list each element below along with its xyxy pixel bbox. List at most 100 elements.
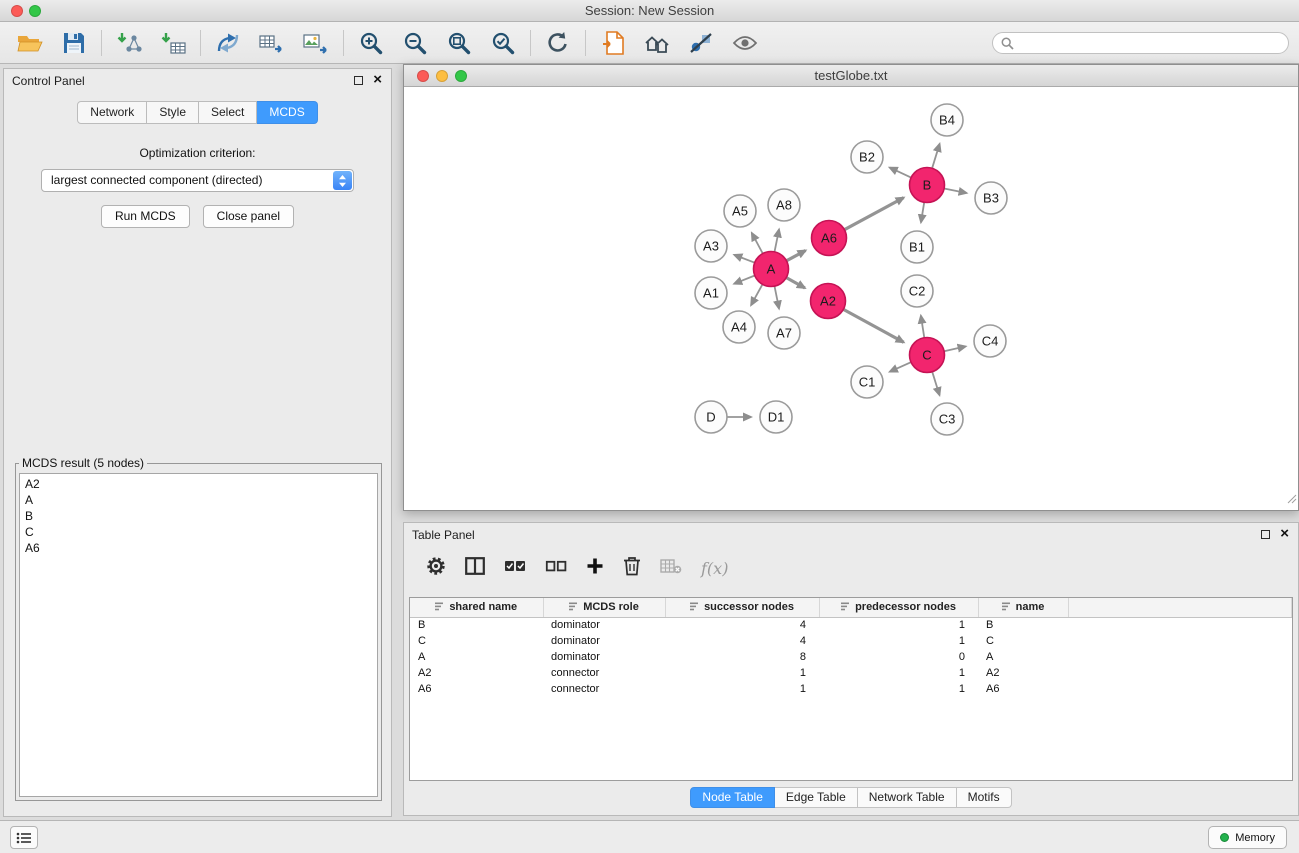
graph-node-C3[interactable]: C3 bbox=[931, 403, 963, 435]
export-table-button[interactable] bbox=[250, 25, 294, 61]
graph-node-A6[interactable]: A6 bbox=[812, 221, 847, 256]
task-history-button[interactable] bbox=[10, 826, 38, 849]
save-session-button[interactable] bbox=[52, 25, 96, 61]
zoom-out-button[interactable] bbox=[393, 25, 437, 61]
graph-edge-A-A5[interactable] bbox=[752, 233, 763, 254]
close-panel-icon[interactable]: × bbox=[373, 75, 382, 85]
graph-node-A[interactable]: A bbox=[754, 252, 789, 287]
network-zoom-button[interactable] bbox=[455, 70, 467, 82]
graph-edge-A-A1[interactable] bbox=[734, 276, 755, 284]
graph-edge-B-B4[interactable] bbox=[932, 144, 940, 168]
zoom-window-button[interactable] bbox=[29, 5, 41, 17]
graph-edge-A2-C[interactable] bbox=[843, 309, 903, 342]
table-row[interactable]: A6connector11A6 bbox=[410, 681, 1292, 697]
graph-node-B1[interactable]: B1 bbox=[901, 231, 933, 263]
unselect-all-columns-button[interactable] bbox=[545, 559, 567, 578]
zoom-fit-button[interactable] bbox=[437, 25, 481, 61]
graphics-details-button[interactable] bbox=[679, 25, 723, 61]
close-panel-button[interactable]: Close panel bbox=[203, 205, 294, 228]
tab-node-table[interactable]: Node Table bbox=[690, 787, 775, 808]
close-window-button[interactable] bbox=[11, 5, 23, 17]
home-button[interactable] bbox=[635, 25, 679, 61]
graph-edge-B-B1[interactable] bbox=[921, 202, 924, 222]
export-image-button[interactable] bbox=[294, 25, 338, 61]
open-session-button[interactable] bbox=[8, 25, 52, 61]
result-item[interactable]: A bbox=[25, 492, 372, 508]
graph-node-C1[interactable]: C1 bbox=[851, 366, 883, 398]
delete-column-button[interactable] bbox=[623, 556, 641, 581]
search-field[interactable] bbox=[992, 32, 1289, 54]
result-item[interactable]: C bbox=[25, 524, 372, 540]
tab-mcds[interactable]: MCDS bbox=[257, 101, 317, 124]
graph-edge-C-C2[interactable] bbox=[921, 316, 924, 338]
graph-node-B[interactable]: B bbox=[910, 168, 945, 203]
network-minimize-button[interactable] bbox=[436, 70, 448, 82]
result-item[interactable]: B bbox=[25, 508, 372, 524]
graph-node-A2[interactable]: A2 bbox=[811, 284, 846, 319]
graph-node-A5[interactable]: A5 bbox=[724, 195, 756, 227]
tab-network-table[interactable]: Network Table bbox=[858, 787, 957, 808]
tab-network[interactable]: Network bbox=[77, 101, 147, 124]
optimization-criterion-dropdown[interactable]: largest connected component (directed) bbox=[41, 169, 354, 192]
mcds-result-list[interactable]: A2ABCA6 bbox=[19, 473, 378, 797]
tab-select[interactable]: Select bbox=[199, 101, 257, 124]
session-file-button[interactable] bbox=[591, 25, 635, 61]
graph-edge-C-C1[interactable] bbox=[890, 362, 911, 372]
graph-edge-A-A7[interactable] bbox=[775, 286, 780, 308]
result-item[interactable]: A2 bbox=[25, 476, 372, 492]
toggle-visibility-button[interactable] bbox=[723, 25, 767, 61]
graph-node-C2[interactable]: C2 bbox=[901, 275, 933, 307]
network-graph[interactable]: B4 B2 B B3 A5 A8 A6 A3 B1 A C2 A1 A2 A4 A7 C4 C C1 D D1 C3 bbox=[404, 87, 1298, 510]
graph-edge-A-A8[interactable] bbox=[775, 230, 780, 252]
graph-node-A4[interactable]: A4 bbox=[723, 311, 755, 343]
graph-node-D1[interactable]: D1 bbox=[760, 401, 792, 433]
select-all-columns-button[interactable] bbox=[504, 559, 526, 578]
table-row[interactable]: Bdominator41B bbox=[410, 617, 1292, 633]
table-row[interactable]: Cdominator41C bbox=[410, 633, 1292, 649]
float-panel-button[interactable] bbox=[354, 76, 363, 85]
graph-edge-A-A2[interactable] bbox=[786, 278, 805, 288]
table-row[interactable]: A2connector11A2 bbox=[410, 665, 1292, 681]
column-header-successor-nodes[interactable]: successor nodes bbox=[665, 598, 819, 617]
graph-node-B3[interactable]: B3 bbox=[975, 182, 1007, 214]
graph-edge-A-A6[interactable] bbox=[786, 251, 805, 261]
column-header-shared-name[interactable]: shared name bbox=[410, 598, 543, 617]
graph-edge-A-A3[interactable] bbox=[734, 255, 754, 263]
run-mcds-button[interactable]: Run MCDS bbox=[101, 205, 190, 228]
graph-edge-A6-B[interactable] bbox=[844, 198, 903, 230]
export-network-button[interactable] bbox=[206, 25, 250, 61]
import-network-button[interactable] bbox=[107, 25, 151, 61]
graph-node-A1[interactable]: A1 bbox=[695, 277, 727, 309]
graph-node-C[interactable]: C bbox=[910, 338, 945, 373]
graph-node-A7[interactable]: A7 bbox=[768, 317, 800, 349]
graph-edge-A-A4[interactable] bbox=[751, 284, 762, 305]
network-canvas[interactable]: B4 B2 B B3 A5 A8 A6 A3 B1 A C2 A1 A2 A4 A7 C4 C C1 D D1 C3 bbox=[404, 87, 1298, 510]
create-column-button[interactable] bbox=[586, 557, 604, 580]
graph-node-B4[interactable]: B4 bbox=[931, 104, 963, 136]
graph-node-B2[interactable]: B2 bbox=[851, 141, 883, 173]
column-header-name[interactable]: name bbox=[978, 598, 1068, 617]
zoom-selected-button[interactable] bbox=[481, 25, 525, 61]
graph-edge-B-B3[interactable] bbox=[944, 189, 966, 194]
window-resize-grip[interactable] bbox=[1285, 491, 1297, 509]
table-settings-button[interactable] bbox=[426, 556, 446, 581]
graph-node-C4[interactable]: C4 bbox=[974, 325, 1006, 357]
search-input[interactable] bbox=[1019, 36, 1280, 50]
tab-edge-table[interactable]: Edge Table bbox=[775, 787, 858, 808]
tab-motifs[interactable]: Motifs bbox=[957, 787, 1012, 808]
refresh-button[interactable] bbox=[536, 25, 580, 61]
tab-style[interactable]: Style bbox=[147, 101, 199, 124]
graph-node-A3[interactable]: A3 bbox=[695, 230, 727, 262]
function-builder-button[interactable]: f(x) bbox=[701, 559, 728, 578]
result-item[interactable]: A6 bbox=[25, 540, 372, 556]
graph-edge-C-C3[interactable] bbox=[932, 372, 939, 395]
graph-edge-B-B2[interactable] bbox=[890, 168, 911, 178]
column-header-predecessor-nodes[interactable]: predecessor nodes bbox=[819, 598, 978, 617]
graph-node-D[interactable]: D bbox=[695, 401, 727, 433]
graph-node-A8[interactable]: A8 bbox=[768, 189, 800, 221]
memory-button[interactable]: Memory bbox=[1208, 826, 1287, 849]
import-table-button[interactable] bbox=[151, 25, 195, 61]
graph-edge-C-C4[interactable] bbox=[944, 346, 966, 351]
zoom-in-button[interactable] bbox=[349, 25, 393, 61]
float-table-panel-button[interactable] bbox=[1261, 530, 1270, 539]
